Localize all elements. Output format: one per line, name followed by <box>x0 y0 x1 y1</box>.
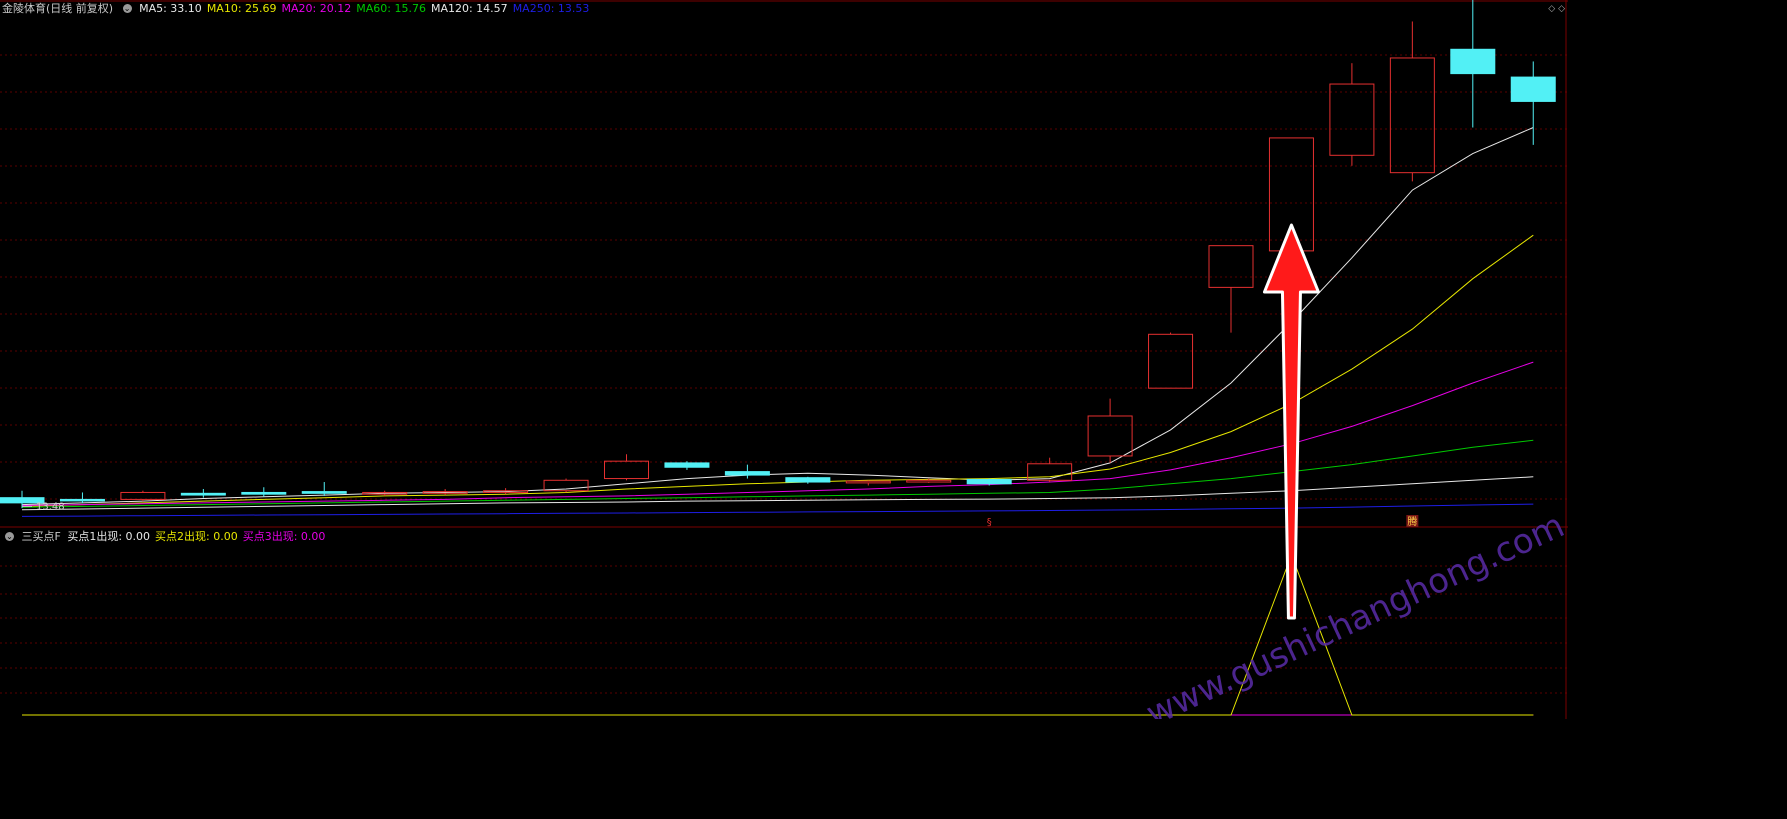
candle <box>543 478 589 493</box>
ma-legend-3: MA60: 15.76 <box>356 2 426 15</box>
arrow-shape <box>1262 223 1320 620</box>
stock-chart[interactable]: 39.8513.48§张腾 www.gushichanghong.com <box>0 0 1568 719</box>
moving-average-lines <box>21 127 1534 517</box>
ma-legend-1: MA10: 25.69 <box>206 2 277 15</box>
candle <box>180 488 226 498</box>
candle <box>1510 61 1556 145</box>
buy-signal-arrow <box>1262 223 1320 620</box>
candle-body <box>785 477 831 483</box>
candle-body <box>906 479 952 483</box>
ma-legend-5: MA250: 13.53 <box>512 2 590 15</box>
candle-body <box>1087 415 1133 457</box>
candle-body <box>1450 48 1496 75</box>
candle <box>664 461 710 470</box>
indicator-legend: ⌄ 三买点F 买点1出现: 0.00 买点2出现: 0.00 买点3出现: 0.00 <box>2 530 333 544</box>
candle-body <box>1027 463 1073 481</box>
candle <box>845 480 891 486</box>
event-marker-0: § <box>987 517 992 528</box>
candle-body <box>845 480 891 484</box>
ma-line-ma250 <box>21 503 1534 517</box>
main-legend: 金陵体育(日线 前复权) ⌄ MA5: 33.10 MA10: 25.69 MA20… <box>2 2 597 16</box>
candle-body <box>966 478 1012 485</box>
candle-body <box>604 460 649 480</box>
candle <box>966 478 1012 486</box>
ma-legend-4: MA120: 14.57 <box>430 2 508 15</box>
candle <box>422 488 468 496</box>
candle-body <box>1208 245 1254 288</box>
candle <box>1208 245 1254 333</box>
corner-icons[interactable]: ◇ ◇ <box>1548 4 1565 14</box>
candle-body <box>241 491 287 495</box>
candle-body <box>59 498 105 502</box>
ma-legend-2: MA20: 20.12 <box>281 2 352 15</box>
ma-legend-list: MA5: 33.10 MA10: 25.69 MA20: 20.12 MA60: 15… <box>139 2 594 15</box>
candle <box>301 482 347 496</box>
candle <box>120 490 166 502</box>
candle-body <box>664 462 710 468</box>
event-marker-2: 腾 <box>1407 515 1417 528</box>
candle-body <box>724 471 770 476</box>
candle-body <box>1510 76 1556 102</box>
indicator-legend-1: 买点2出现: 0.00 <box>155 530 238 543</box>
candle <box>1450 0 1496 128</box>
ma-line-ma20 <box>21 361 1534 506</box>
candle-body <box>1389 57 1435 174</box>
candle-body <box>1329 83 1375 156</box>
indicator-toggle-icon[interactable]: ⌄ <box>5 532 14 541</box>
candlesticks[interactable] <box>0 0 1556 509</box>
indicator-name: 三买点F <box>21 530 61 543</box>
candle-body <box>180 492 226 496</box>
low-price-label: 13.48 <box>36 501 65 512</box>
ma-legend-0: MA5: 33.10 <box>139 2 202 15</box>
candle <box>59 492 105 503</box>
candle-body <box>301 491 347 494</box>
indicator-legend-list: 买点1出现: 0.00 买点2出现: 0.00 买点3出现: 0.00 <box>67 530 330 543</box>
candle <box>1329 63 1375 166</box>
ma-line-ma5 <box>21 127 1534 506</box>
chart-title: 金陵体育(日线 前复权) <box>2 2 114 15</box>
candle <box>241 487 287 497</box>
legend-toggle-icon[interactable]: ⌄ <box>122 4 132 13</box>
candle <box>604 454 649 481</box>
candle-body <box>120 491 166 500</box>
indicator-legend-0: 买点1出现: 0.00 <box>67 530 151 543</box>
candle <box>1148 332 1194 389</box>
candle <box>1087 398 1133 463</box>
candle <box>1389 21 1435 182</box>
indicator-legend-2: 买点3出现: 0.00 <box>242 530 326 543</box>
candle-body <box>1148 333 1194 389</box>
watermark: www.gushichanghong.com <box>1140 506 1568 719</box>
